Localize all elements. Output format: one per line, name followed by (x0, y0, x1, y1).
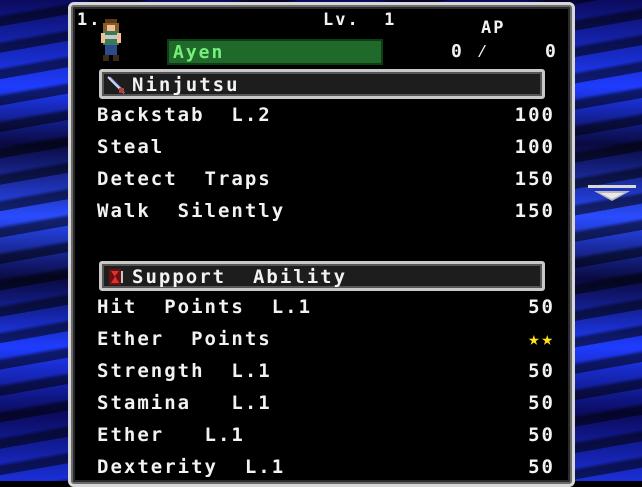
section-title: Ninjutsu (132, 74, 240, 96)
ability-ap-cost: 50 (528, 456, 555, 478)
ability-name: Backstab L.2 (97, 104, 272, 126)
ability-name: Steal (97, 136, 165, 158)
ability-name: Ether L.1 (97, 424, 245, 446)
ability-ap-cost: 50 (528, 296, 555, 318)
ability-name: Strength L.1 (97, 360, 272, 382)
ap-current: 0 ⁄ (451, 41, 490, 62)
character-name: Ayen (173, 42, 225, 63)
character-level: Lv. 1 (323, 10, 397, 30)
ability-ap-cost: 150 (514, 200, 555, 222)
ability-name: Detect Traps (97, 168, 272, 190)
ability-row[interactable]: Steal 100 (97, 136, 555, 160)
ability-ap-cost: 150 (514, 168, 555, 190)
ability-row[interactable]: Ether Points ★★ (97, 328, 555, 352)
section-header-support-ability: Support Ability (99, 261, 545, 291)
ability-row[interactable]: Dexterity L.1 50 (97, 456, 555, 480)
ap-label: AP (481, 18, 506, 38)
ability-row[interactable]: Hit Points L.1 50 (97, 296, 555, 320)
ability-row[interactable]: Strength L.1 50 (97, 360, 555, 384)
support-ability-icon (109, 269, 123, 285)
ability-panel: 1. Lv. 1 AP 0 ⁄ 0 Ayen Ninjutsu Backstab… (68, 2, 575, 487)
ability-row[interactable]: Detect Traps 150 (97, 168, 555, 192)
ability-ap-cost: 50 (528, 360, 555, 382)
ability-name: Walk Silently (97, 200, 286, 222)
ability-row[interactable]: Stamina L.1 50 (97, 392, 555, 416)
ability-name: Dexterity L.1 (97, 456, 286, 478)
ability-ap-cost: 50 (528, 392, 555, 414)
ability-row[interactable]: Backstab L.2 100 (97, 104, 555, 128)
ability-ap-cost: 50 (528, 424, 555, 446)
knife-icon (107, 76, 125, 94)
ability-name: Ether Points (97, 328, 272, 350)
ability-row[interactable]: Walk Silently 150 (97, 200, 555, 224)
mastered-stars: ★★ (528, 328, 555, 350)
ability-ap-cost: 100 (514, 104, 555, 126)
ability-name: Hit Points L.1 (97, 296, 313, 318)
ability-ap-cost: 100 (514, 136, 555, 158)
ability-row[interactable]: Ether L.1 50 (97, 424, 555, 448)
section-header-ninjutsu: Ninjutsu (99, 69, 545, 99)
character-sprite-icon (101, 19, 121, 61)
scroll-down-arrow-icon[interactable] (588, 183, 636, 203)
character-name-box[interactable]: Ayen (167, 39, 383, 65)
section-title: Support Ability (132, 266, 348, 288)
ability-name: Stamina L.1 (97, 392, 272, 414)
ap-max: 0 (545, 41, 558, 62)
